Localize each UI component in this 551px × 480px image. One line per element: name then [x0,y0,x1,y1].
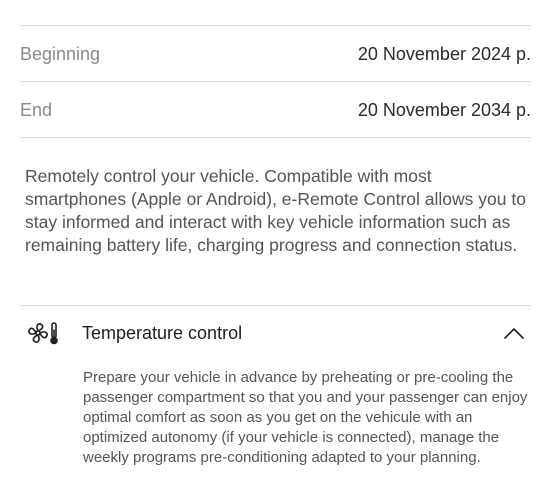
end-row: End 20 November 2034 p. [20,82,531,138]
end-value: 20 November 2034 p. [357,99,531,120]
service-description: Remotely control your vehicle. Compatibl… [25,166,526,255]
temperature-control-accordion-header[interactable]: Temperature control [20,306,531,360]
beginning-value: 20 November 2024 p. [357,43,531,64]
accordion-title: Temperature control [82,322,243,343]
chevron-up-icon[interactable] [503,322,525,344]
divider-bottom [20,137,531,138]
fan-thermometer-icon [26,319,62,347]
beginning-row: Beginning 20 November 2024 p. [20,26,531,82]
end-label: End [20,99,53,120]
accordion-body-text: Prepare your vehicle in advance by prehe… [83,369,528,466]
beginning-label: Beginning [20,43,101,64]
